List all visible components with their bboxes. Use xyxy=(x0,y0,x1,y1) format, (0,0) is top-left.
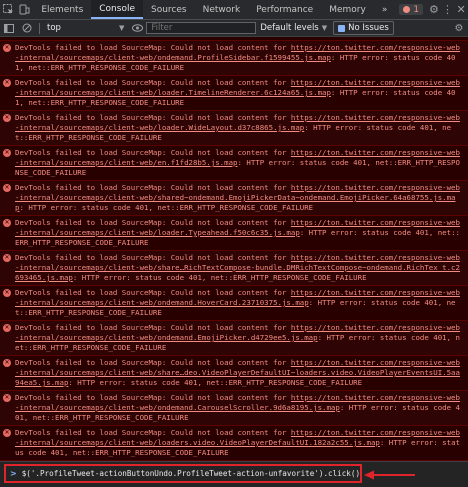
log-message: DevTools failed to load SourceMap: Could… xyxy=(15,113,460,142)
chevron-down-icon: ▼ xyxy=(321,24,328,32)
log-entry: ✕ DevTools failed to load SourceMap: Coul… xyxy=(0,286,468,321)
more-tabs-button[interactable]: » xyxy=(374,0,396,19)
log-message: DevTools failed to load SourceMap: Could… xyxy=(15,218,460,247)
log-message: DevTools failed to load SourceMap: Could… xyxy=(15,288,460,317)
log-entry: ✕ DevTools failed to load SourceMap: Coul… xyxy=(0,181,468,216)
log-prefix: DevTools failed to load SourceMap: Could… xyxy=(15,358,291,367)
issues-button[interactable]: No Issues xyxy=(333,21,394,35)
console-settings-gear-icon[interactable]: ⚙ xyxy=(450,23,468,34)
prompt-chevron-icon: > xyxy=(10,469,17,478)
error-icon: ✕ xyxy=(3,359,11,367)
console-log[interactable]: ✕ DevTools failed to load SourceMap: Coul… xyxy=(0,37,468,461)
log-prefix: DevTools failed to load SourceMap: Could… xyxy=(15,113,291,122)
log-message: DevTools failed to load SourceMap: Could… xyxy=(15,253,460,282)
log-message: DevTools failed to load SourceMap: Could… xyxy=(15,78,460,107)
log-entry: ✕ DevTools failed to load SourceMap: Coul… xyxy=(0,41,468,76)
close-icon[interactable]: ✕ xyxy=(454,0,468,19)
error-icon: ✕ xyxy=(3,394,11,402)
console-toolbar: top ▼ Default levels ▼ No Issues ⚙ xyxy=(0,20,468,37)
error-icon: ✕ xyxy=(3,254,11,262)
log-suffix: : HTTP error: status code 401, net::ERR_… xyxy=(72,273,367,282)
tab-console[interactable]: Console xyxy=(91,0,143,19)
clear-console-icon[interactable] xyxy=(18,23,36,33)
log-message: DevTools failed to load SourceMap: Could… xyxy=(15,183,460,212)
highlighted-command[interactable]: > xyxy=(4,464,362,483)
log-levels-label: Default levels xyxy=(260,23,319,33)
log-prefix: DevTools failed to load SourceMap: Could… xyxy=(15,43,291,52)
log-entry: ✕ DevTools failed to load SourceMap: Coul… xyxy=(0,216,468,251)
log-message: DevTools failed to load SourceMap: Could… xyxy=(15,393,460,422)
error-icon: ✕ xyxy=(3,79,11,87)
context-label: top xyxy=(47,23,61,33)
log-entry: ✕ DevTools failed to load SourceMap: Coul… xyxy=(0,146,468,181)
customize-menu-icon[interactable]: ⋮ xyxy=(441,0,455,19)
log-entry: ✕ DevTools failed to load SourceMap: Coul… xyxy=(0,111,468,146)
log-prefix: DevTools failed to load SourceMap: Could… xyxy=(15,253,291,262)
issues-label: No Issues xyxy=(348,23,389,33)
context-selector[interactable]: top ▼ xyxy=(43,21,129,35)
issues-icon xyxy=(338,24,346,32)
error-icon: ✕ xyxy=(3,429,11,437)
tab-network[interactable]: Network xyxy=(195,0,249,19)
tab-sources[interactable]: Sources xyxy=(143,0,195,19)
log-entry: ✕ DevTools failed to load SourceMap: Coul… xyxy=(0,321,468,356)
pointer-arrow-icon xyxy=(364,470,415,480)
sidebar-toggle-icon[interactable] xyxy=(0,23,18,33)
error-icon: ✕ xyxy=(3,114,11,122)
tab-elements[interactable]: Elements xyxy=(33,0,91,19)
error-icon: ✕ xyxy=(3,324,11,332)
console-input[interactable] xyxy=(21,469,360,478)
log-entry: ✕ DevTools failed to load SourceMap: Coul… xyxy=(0,251,468,286)
log-entry: ✕ DevTools failed to load SourceMap: Coul… xyxy=(0,356,468,391)
log-entry: ✕ DevTools failed to load SourceMap: Coul… xyxy=(0,76,468,111)
inspect-element-icon[interactable] xyxy=(0,0,17,19)
device-toolbar-icon[interactable] xyxy=(17,0,34,19)
log-prefix: DevTools failed to load SourceMap: Could… xyxy=(15,323,291,332)
log-prefix: DevTools failed to load SourceMap: Could… xyxy=(15,218,291,227)
log-prefix: DevTools failed to load SourceMap: Could… xyxy=(15,148,291,157)
log-entry: ✕ DevTools failed to load SourceMap: Coul… xyxy=(0,391,468,426)
live-expression-eye-icon[interactable] xyxy=(128,24,146,32)
log-message: DevTools failed to load SourceMap: Could… xyxy=(15,323,460,352)
devtools-tab-bar: Elements Console Sources Network Perform… xyxy=(0,0,468,20)
error-icon: ✕ xyxy=(3,289,11,297)
log-message: DevTools failed to load SourceMap: Could… xyxy=(15,358,460,387)
log-prefix: DevTools failed to load SourceMap: Could… xyxy=(15,393,291,402)
tab-memory[interactable]: Memory xyxy=(321,0,374,19)
toolbar-divider xyxy=(39,22,40,34)
log-prefix: DevTools failed to load SourceMap: Could… xyxy=(15,428,291,437)
error-icon: ✕ xyxy=(3,219,11,227)
log-prefix: DevTools failed to load SourceMap: Could… xyxy=(15,183,291,192)
settings-gear-icon[interactable]: ⚙ xyxy=(427,0,441,19)
tab-performance[interactable]: Performance xyxy=(248,0,321,19)
log-message: DevTools failed to load SourceMap: Could… xyxy=(15,43,460,72)
log-prefix: DevTools failed to load SourceMap: Could… xyxy=(15,288,291,297)
log-suffix: : HTTP error: status code 401, net::ERR_… xyxy=(19,203,314,212)
filter-input[interactable] xyxy=(146,22,257,34)
console-prompt: > xyxy=(0,461,468,487)
log-message: DevTools failed to load SourceMap: Could… xyxy=(15,428,460,457)
error-icon: ✕ xyxy=(3,44,11,52)
error-icon xyxy=(403,6,411,13)
log-levels-dropdown[interactable]: Default levels ▼ xyxy=(256,23,331,33)
error-icon: ✕ xyxy=(3,184,11,192)
error-count: 1 xyxy=(413,4,420,15)
error-icon: ✕ xyxy=(3,149,11,157)
log-message: DevTools failed to load SourceMap: Could… xyxy=(15,148,460,177)
log-prefix: DevTools failed to load SourceMap: Could… xyxy=(15,78,291,87)
log-entry: ✕ DevTools failed to load SourceMap: Coul… xyxy=(0,426,468,461)
log-suffix: : HTTP error: status code 401, net::ERR_… xyxy=(68,378,363,387)
error-count-badge[interactable]: 1 xyxy=(399,4,424,15)
chevron-down-icon: ▼ xyxy=(118,24,125,32)
